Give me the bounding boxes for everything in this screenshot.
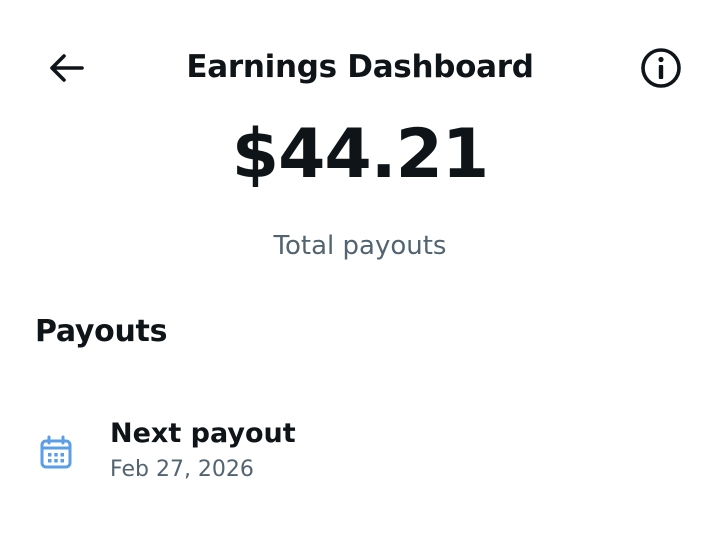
arrow-left-icon: [50, 54, 84, 82]
page-title: Earnings Dashboard: [186, 49, 534, 85]
total-payouts-amount: $44.21: [231, 115, 489, 194]
calendar-icon: [40, 435, 72, 469]
next-payout-row[interactable]: Next payout Feb 27, 2026: [0, 405, 720, 505]
info-button[interactable]: [634, 44, 688, 92]
payouts-section-title: Payouts: [35, 314, 168, 349]
next-payout-title: Next payout: [110, 418, 296, 449]
next-payout-date: Feb 27, 2026: [110, 457, 254, 482]
total-payouts-label: Total payouts: [273, 231, 447, 261]
back-button[interactable]: [40, 44, 92, 92]
info-circle-icon: [641, 48, 681, 88]
